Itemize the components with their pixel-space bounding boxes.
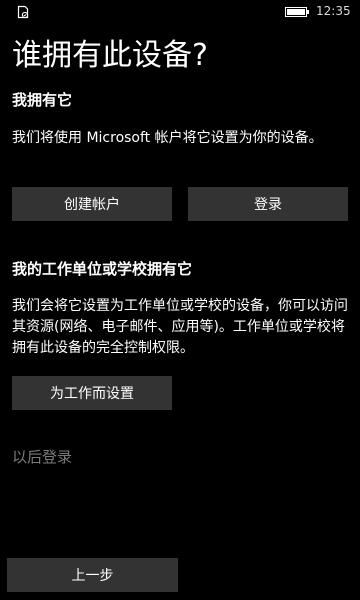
battery-icon <box>285 7 309 17</box>
status-time: 12:35 <box>316 4 351 18</box>
bottom-app-bar: 上一步 <box>0 555 360 600</box>
back-button[interactable]: 上一步 <box>7 558 178 592</box>
work-section-heading: 我的工作单位或学校拥有它 <box>12 260 193 278</box>
sign-in-later-link[interactable]: 以后登录 <box>12 446 72 468</box>
personal-section-heading: 我拥有它 <box>12 91 73 109</box>
sign-in-button[interactable]: 登录 <box>188 187 348 221</box>
phone-status-icon <box>17 5 29 19</box>
setup-for-work-button[interactable]: 为工作而设置 <box>12 376 172 410</box>
page-title: 谁拥有此设备? <box>12 38 208 73</box>
personal-description: 我们将使用 Microsoft 帐户将它设置为你的设备。 <box>12 130 323 146</box>
create-account-button[interactable]: 创建帐户 <box>12 187 172 221</box>
work-description: 我们会将它设置为工作单位或学校的设备，你可以访问其资源(网络、电子邮件、应用等)… <box>12 298 348 356</box>
status-bar: 12:35 <box>0 0 360 24</box>
